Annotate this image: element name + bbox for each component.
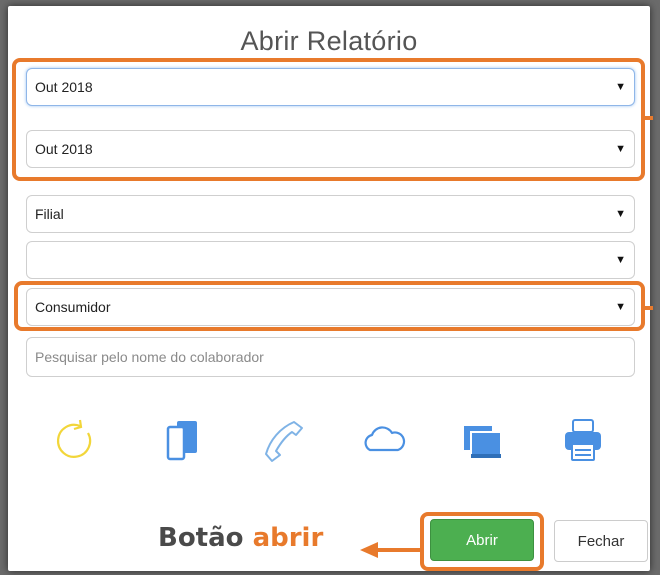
client-type-select[interactable]: Consumidor ▼ [26,288,635,326]
period-end-select[interactable]: Out 2018 ▼ [26,130,635,168]
cloud-icon[interactable] [358,416,408,466]
caption-prefix: Botão [158,523,253,553]
close-button[interactable]: Fechar [554,520,648,562]
client-type-value: Consumidor [35,299,111,315]
caption-accent: abrir [252,523,324,553]
period-start-value: Out 2018 [35,79,93,95]
branch-detail-select[interactable]: ▼ [26,241,635,279]
open-button[interactable]: Abrir [430,519,534,561]
action-icon-bar [8,416,650,466]
branch-select[interactable]: Filial ▼ [26,195,635,233]
client-type-highlight-pointer [645,306,653,310]
dialog-title: Abrir Relatório [240,26,418,56]
chevron-down-icon: ▼ [615,208,626,220]
phone-icon[interactable] [258,416,308,466]
period-end-value: Out 2018 [35,141,93,157]
period-highlight-pointer [645,116,653,120]
chevron-down-icon: ▼ [615,81,626,93]
branch-value: Filial [35,206,64,222]
chevron-down-icon: ▼ [615,301,626,313]
caption-arrow-line [376,548,424,552]
chevron-down-icon: ▼ [615,143,626,155]
printer-icon[interactable] [558,416,608,466]
employee-search-input[interactable] [26,337,635,377]
refresh-icon[interactable] [50,416,100,466]
open-button-caption: Botão abrir [158,523,323,553]
screens-icon[interactable] [458,416,508,466]
report-dialog: Abrir Relatório Out 2018 ▼ Out 2018 ▼ Fi… [8,6,653,571]
chevron-down-icon: ▼ [615,254,626,266]
period-start-select[interactable]: Out 2018 ▼ [26,68,635,106]
devices-icon[interactable] [158,416,208,466]
